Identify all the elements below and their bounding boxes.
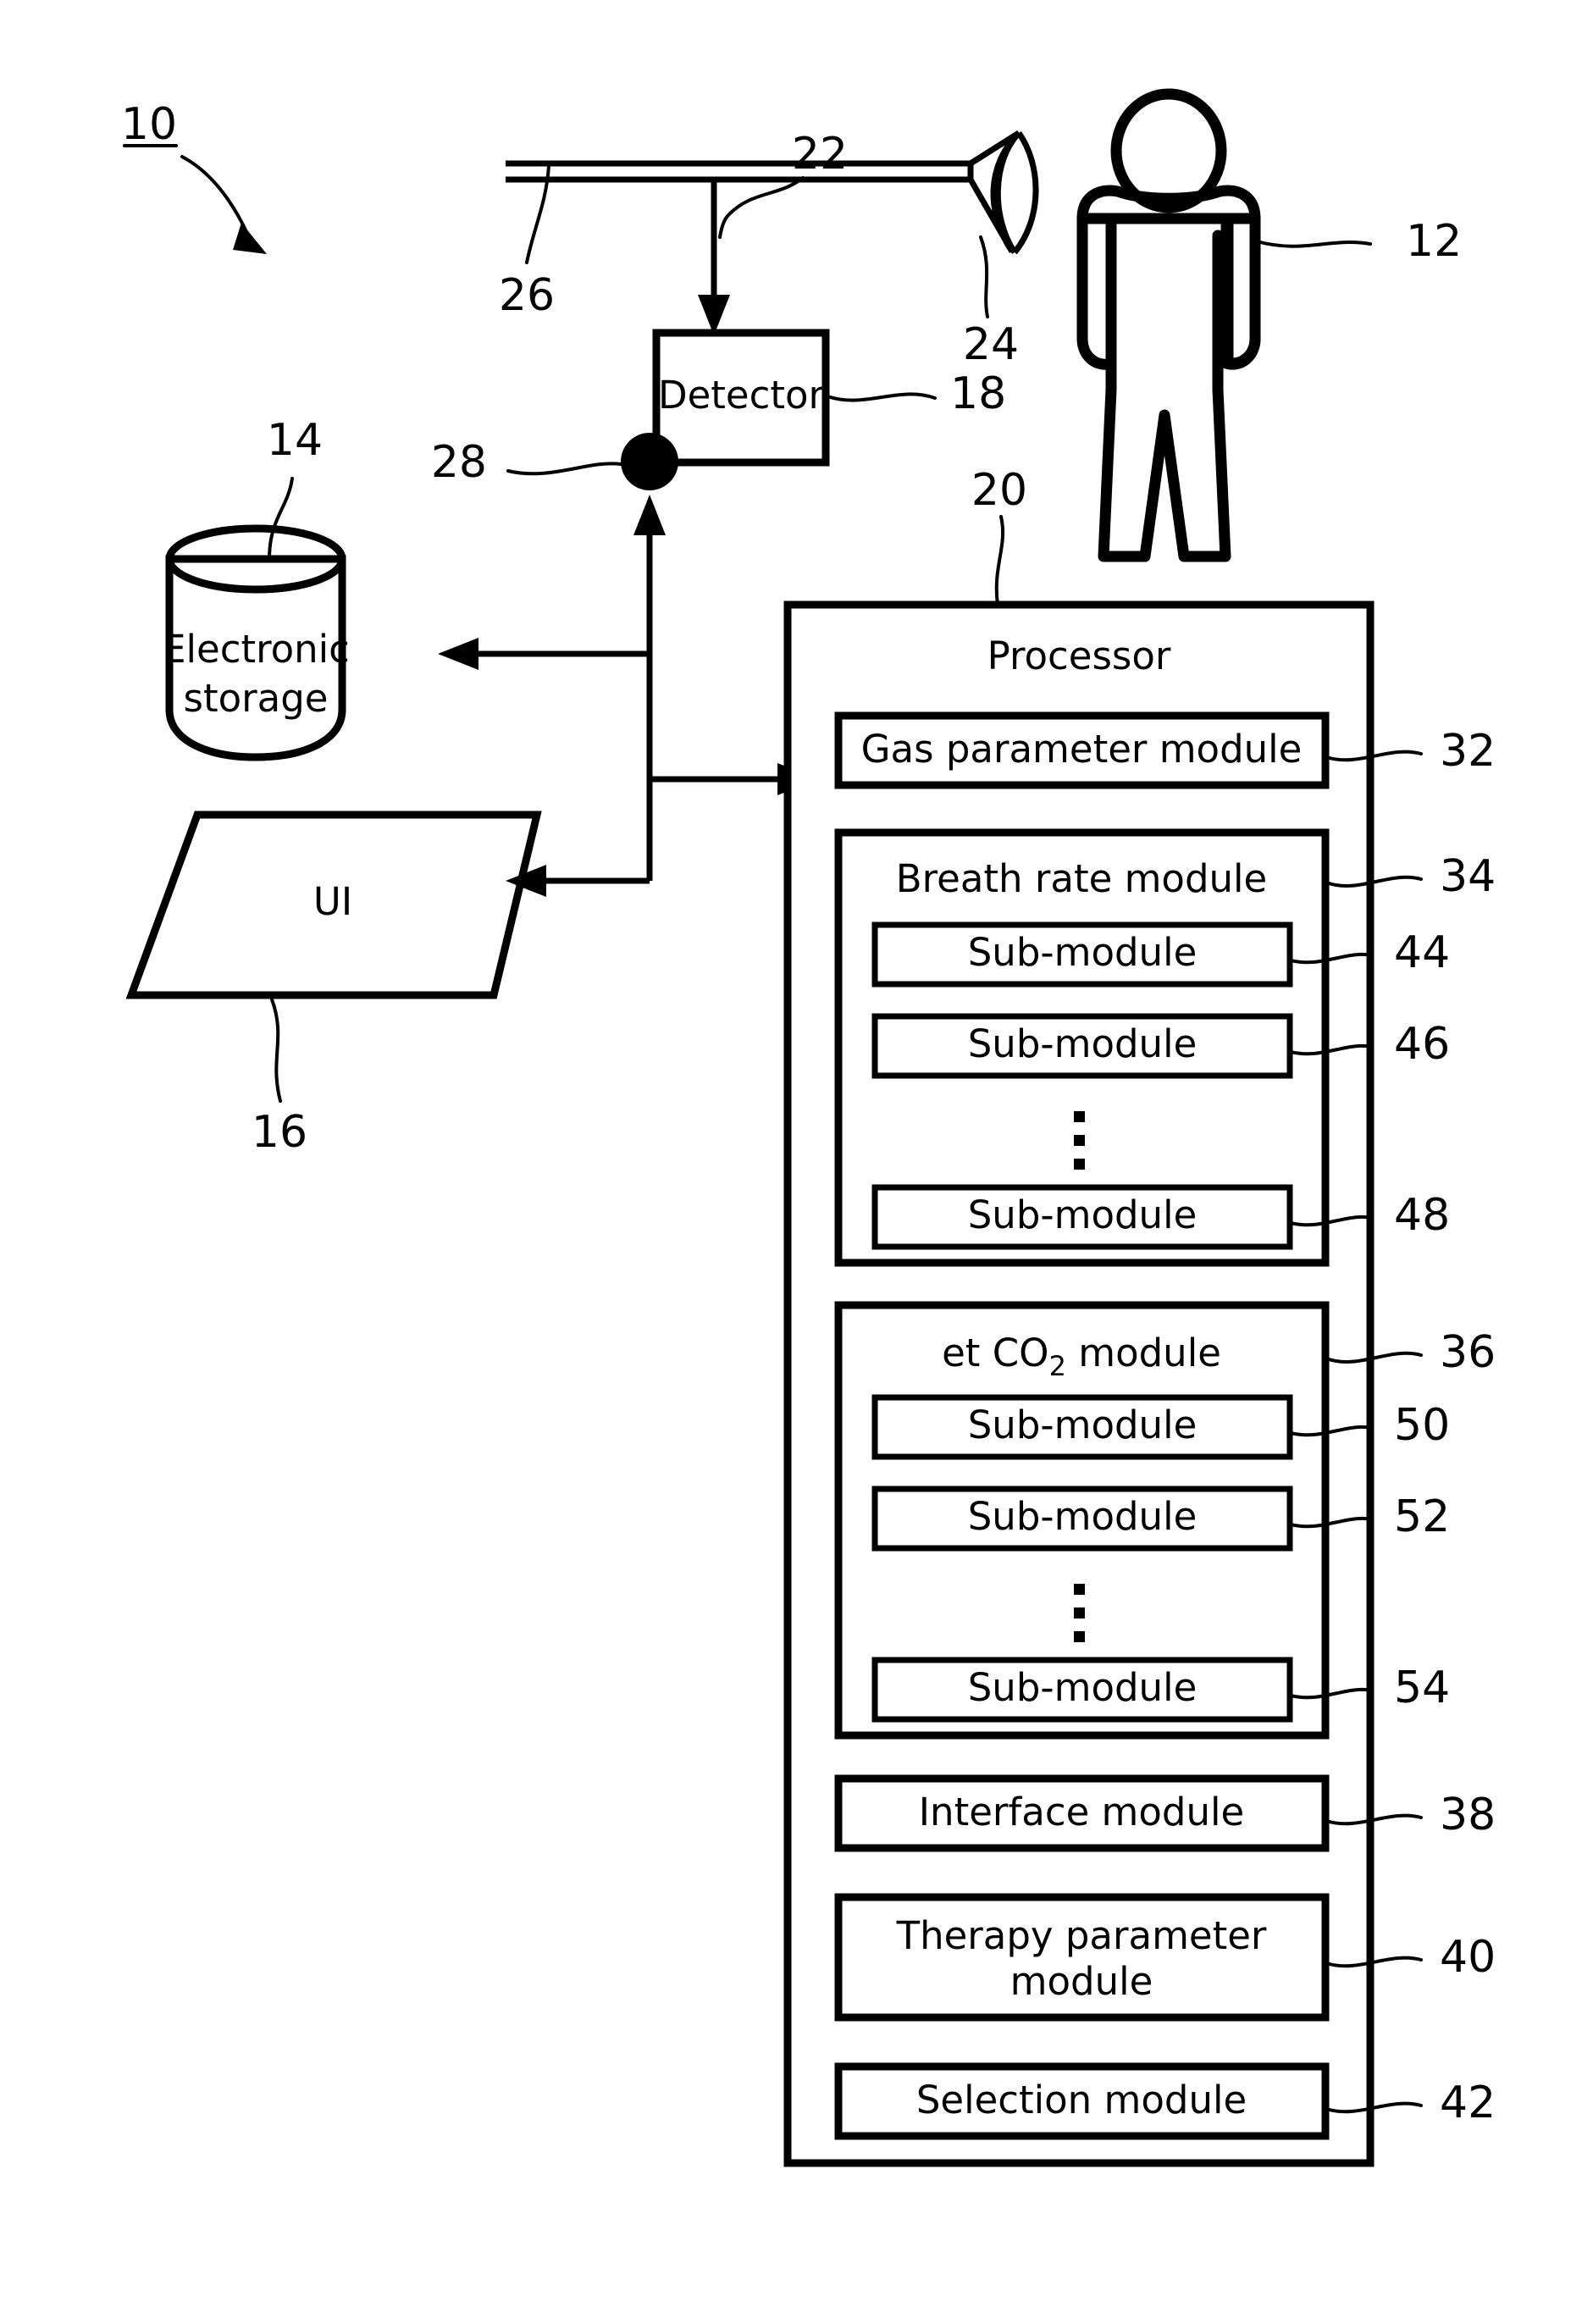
module-breath-rate: Breath rate module 34 Sub-module 44 Sub-…	[834, 828, 1496, 1267]
module-interface: Interface module 38	[834, 1774, 1496, 1852]
breath-rate-submodule-3-label: Sub-module	[968, 1192, 1198, 1237]
mask-cone-right-edge	[1012, 130, 1039, 255]
conduit-ref-number: 22	[792, 129, 848, 180]
circuit-ref-number: 26	[499, 270, 555, 321]
patient-interface-mask	[967, 130, 1039, 255]
junction-node-group: 28	[431, 433, 678, 490]
user-interface-group: UI	[125, 811, 542, 999]
ellipsis-dot	[1074, 1111, 1085, 1122]
therapy-parameter-module-label-line1: Therapy parameter	[896, 1913, 1267, 1958]
subject-ref-callout: 12	[1255, 216, 1462, 267]
storage-ref-number: 14	[267, 415, 323, 466]
et-co2-submodule-2-ref: 52	[1394, 1491, 1450, 1542]
junction-ref-leader	[506, 462, 622, 476]
detector-box-group: Detector	[652, 329, 830, 467]
interface-module-label: Interface module	[919, 1790, 1244, 1834]
ui-label: UI	[313, 879, 352, 924]
storage-arrowhead	[438, 638, 478, 670]
ellipsis-dot	[1074, 1631, 1085, 1642]
subject-ref-number: 12	[1406, 216, 1462, 267]
junction-ref-number: 28	[431, 437, 487, 488]
detector-ref-callout: 18	[826, 368, 1006, 419]
therapy-parameter-ref-number: 40	[1440, 1932, 1496, 1983]
mask-ref-leader	[979, 235, 989, 318]
et-co2-submodule-3-label: Sub-module	[968, 1665, 1198, 1710]
mask-ref-number: 24	[963, 319, 1019, 370]
ui-ref-callout: 16	[252, 998, 307, 1158]
ellipsis-dot	[1074, 1135, 1085, 1146]
figure-canvas: 10 26 24 12 22 Detector 18 28 Electronic…	[121, 88, 1496, 2167]
et-co2-label-subscript: 2	[1049, 1350, 1066, 1382]
module-selection: Selection module 42	[834, 2062, 1496, 2140]
storage-label-line2: storage	[184, 676, 329, 721]
subject-legs	[1098, 230, 1231, 562]
et-co2-submodule-3-ref: 54	[1394, 1663, 1450, 1713]
et-co2-submodule-1-label: Sub-module	[968, 1403, 1198, 1447]
subject-right-arm	[1220, 213, 1261, 370]
ellipsis-dot	[1074, 1584, 1085, 1595]
mask-cone-body	[967, 130, 1021, 253]
breath-rate-submodule-2-label: Sub-module	[968, 1021, 1198, 1066]
processor-ref-leader	[994, 515, 1005, 606]
et-co2-ref-number: 36	[1440, 1327, 1496, 1378]
detector-label: Detector	[658, 373, 825, 418]
gas-parameter-ref-number: 32	[1440, 726, 1496, 777]
et-co2-label-prefix: et CO	[942, 1331, 1048, 1375]
interface-ref-number: 38	[1440, 1790, 1496, 1840]
selection-ref-number: 42	[1440, 2078, 1496, 2128]
signal-bus	[438, 495, 818, 897]
et-co2-module-label: et CO2 module	[942, 1331, 1221, 1382]
subject-ref-leader	[1255, 240, 1372, 248]
selection-module-label: Selection module	[916, 2078, 1247, 2122]
ui-ref-number: 16	[252, 1107, 307, 1158]
breath-rate-submodule-1-label: Sub-module	[968, 930, 1198, 975]
mask-ref-callout: 24	[963, 235, 1019, 370]
module-gas-parameter: Gas parameter module 32	[834, 711, 1496, 789]
patent-figure: 10 26 24 12 22 Detector 18 28 Electronic…	[0, 0, 1582, 2324]
system-ref-leader	[180, 155, 250, 237]
detector-ref-leader	[826, 392, 937, 402]
breath-rate-submodule-2-ref: 46	[1394, 1019, 1450, 1070]
breath-rate-ref-number: 34	[1440, 851, 1496, 902]
conduit-ref-callout: 22	[718, 129, 848, 239]
breath-rate-module-label: Breath rate module	[896, 856, 1267, 901]
therapy-parameter-module-label-line2: module	[1010, 1959, 1153, 2004]
system-reference-callout: 10	[121, 99, 267, 254]
bus-up-arrowhead	[633, 495, 666, 535]
module-therapy-parameter: Therapy parameter module 40	[834, 1893, 1496, 2022]
ui-ref-leader	[270, 998, 282, 1103]
breath-rate-submodule-3-ref: 48	[1394, 1190, 1450, 1241]
processor-ref-number: 20	[971, 465, 1027, 516]
et-co2-submodule-1-ref: 50	[1394, 1400, 1450, 1451]
system-ref-number: 10	[121, 99, 177, 150]
ellipsis-dot	[1074, 1159, 1085, 1170]
system-ref-arrowhead	[233, 223, 267, 254]
conduit-ref-leader	[718, 176, 805, 239]
subject-figure	[1076, 88, 1261, 562]
processor-label: Processor	[987, 634, 1171, 678]
storage-label-line1: Electronic	[162, 627, 350, 672]
processor-ref-callout: 20	[971, 465, 1027, 606]
circuit-ref-callout: 26	[499, 164, 555, 321]
et-co2-ellipsis	[1074, 1584, 1085, 1642]
electronic-storage-group: Electronic storage	[162, 524, 350, 761]
et-co2-submodule-2-label: Sub-module	[968, 1494, 1198, 1539]
conduit-sampling-arrow	[698, 180, 730, 335]
module-et-co2: et CO2 module 36 Sub-module 50 Sub-modul…	[834, 1301, 1496, 1740]
patient-circuit-tube	[506, 160, 971, 183]
storage-ref-leader	[268, 477, 294, 561]
breath-rate-submodule-1-ref: 44	[1394, 927, 1450, 978]
ellipsis-dot	[1074, 1607, 1085, 1618]
detector-ref-number: 18	[950, 368, 1006, 419]
et-co2-label-suffix: module	[1066, 1331, 1221, 1375]
gas-parameter-module-label: Gas parameter module	[861, 727, 1303, 772]
junction-node-dot	[621, 433, 678, 490]
breath-rate-ellipsis	[1074, 1111, 1085, 1170]
